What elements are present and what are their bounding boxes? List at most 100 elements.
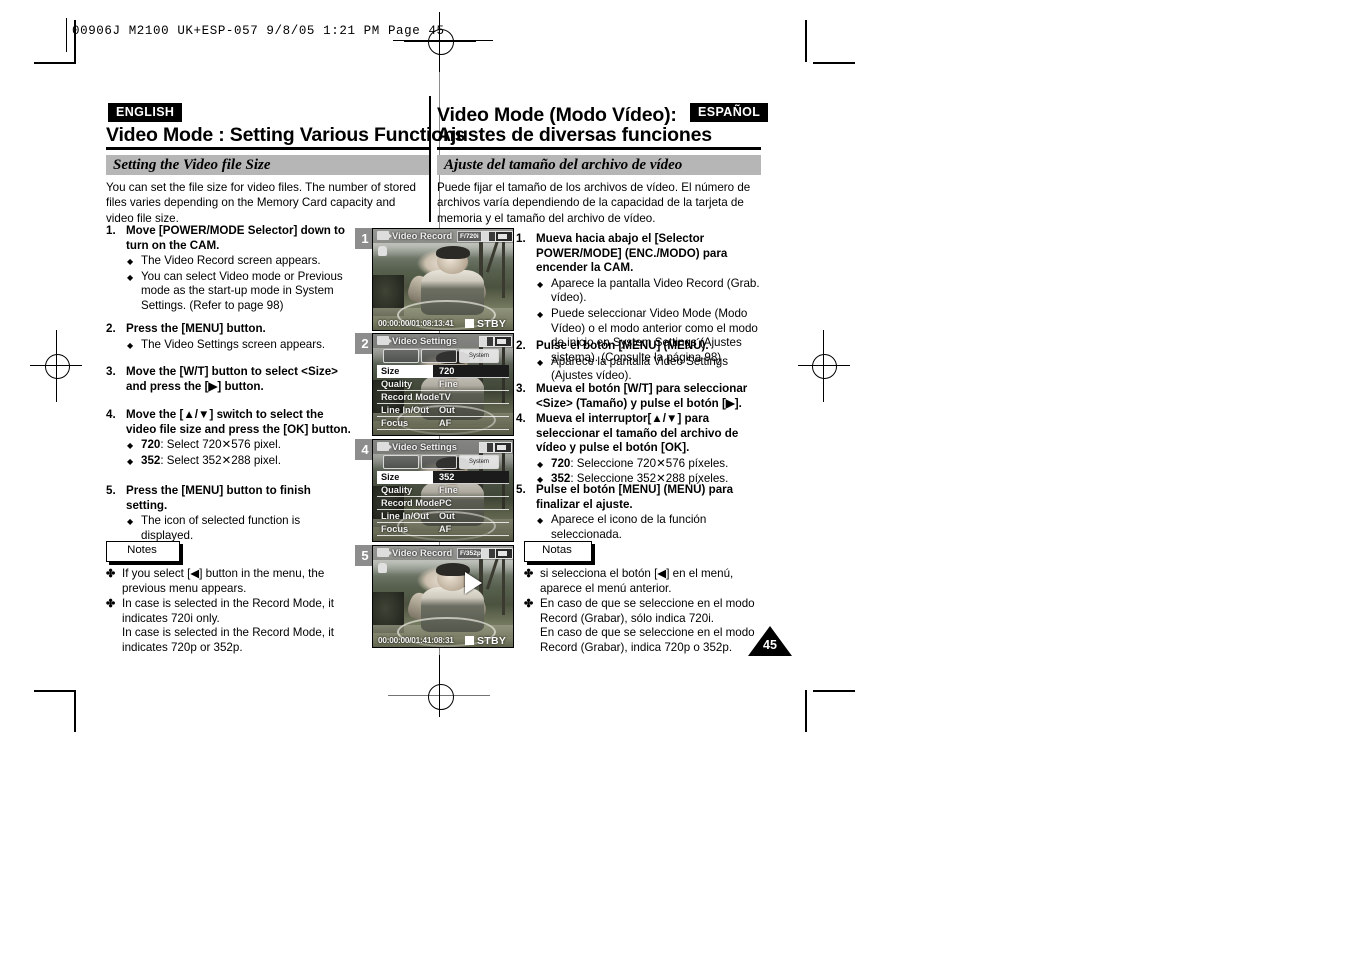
spanish-notes-label: Notas [542,544,572,556]
standby-square-icon [465,636,474,645]
menu-row-size[interactable]: Size 352 [377,471,509,484]
menu-row-focus[interactable]: Focus AF [377,417,509,430]
english-step-5-number: 5. [106,484,116,497]
menu-row-line-in-out[interactable]: Line In/Out Out [377,510,509,523]
list-item: ◆ The icon of selected function is displa… [126,514,354,543]
tab-system-label: System [468,459,489,465]
crop-mark-bottom-left-h [34,690,76,692]
spanish-step-2-number: 2. [516,339,526,352]
osd-resolution-badge: F/352p [457,548,484,559]
clover-bullet-icon: ✤ [524,598,534,611]
english-step-2-bullet-1: The Video Settings screen appears. [141,337,326,351]
osd-mode-title: Video Record [392,547,453,558]
menu-row-record-mode[interactable]: Record Mode TV [377,391,509,404]
menu-row-quality[interactable]: Quality Fine [377,378,509,391]
screen-video-settings-352: Video Settings System Size 352 Quality F… [372,439,514,542]
menu-row-line-in-out[interactable]: Line In/Out Out [377,404,509,417]
english-step-5: 5. Press the [MENU] button to finish set… [106,484,354,543]
diamond-bullet-icon: ◆ [537,309,544,319]
menu-row-focus[interactable]: Focus AF [377,523,509,536]
menu-row-quality[interactable]: Quality Fine [377,484,509,497]
english-step-4: 4. Move the [▲/▼] switch to select the v… [106,408,354,468]
crop-mark-bottom-right-v [805,690,807,732]
menu-row-size[interactable]: Size 720 [377,365,509,378]
spanish-step-5-bullets: ◆ Aparece el icono de la función seleccio… [536,513,764,542]
spanish-intro-paragraph: Puede fijar el tamaño de los archivos de… [437,181,751,225]
english-step-4-number: 4. [106,408,116,421]
spanish-note-1: si selecciona el botón [◀] en el menú, a… [540,567,734,595]
registration-bottom-circle [428,684,454,710]
screen-video-record-2: Video Record F/352p 00:00:00/01:41:08:31… [372,545,514,648]
english-note-1: If you select [◀] button in the menu, th… [122,567,325,595]
spanish-step-5-number: 5. [516,483,526,496]
english-section-banner-label: Setting the Video file Size [113,157,271,173]
osd-mode-title: Video Record [392,230,453,241]
spanish-step-2-bullets: ◆ Aparece la pantalla Video Settings (Aju… [536,355,764,384]
spanish-step-1-bullet-1: Aparece la pantalla Video Record (Grab. … [551,276,760,305]
osd-status-text: STBY [477,318,507,330]
memory-card-icon [481,231,496,242]
tab-system[interactable]: System [459,349,499,363]
play-icon[interactable] [465,572,483,595]
list-item: ◆ You can select Video mode or Previous m… [126,270,354,314]
english-step-3-heading: Move the [W/T] button to select <Size> a… [126,365,338,393]
memory-card-icon [481,548,496,559]
spanish-step-2: 2. Pulse el botón [MENU] (MENÚ). ◆ Aparec… [516,339,764,384]
spanish-step-1-number: 1. [516,232,526,245]
english-step-1-bullet-2: You can select Video mode or Previous mo… [141,269,343,312]
clover-bullet-icon: ✤ [106,598,116,611]
english-step-2-bullets: ◆ The Video Settings screen appears. [126,338,354,353]
spanish-language-chip: ESPAÑOL [690,103,769,122]
osd-timecode: 00:00:00/01:41:08:31 [378,636,454,645]
crop-mark-bottom-left-v [74,690,76,732]
english-step-2: 2. Press the [MENU] button. ◆ The Video S… [106,322,354,352]
crop-mark-bottom-right-h [813,690,855,692]
osd-timecode: 00:00:00/01:08:13:41 [378,319,454,328]
spanish-step-3-number: 3. [516,382,526,395]
microphone-icon [378,563,387,573]
page-number-text: 45 [763,638,777,652]
spanish-section-banner-label: Ajuste del tamaño del archivo de vídeo [444,157,683,173]
video-camera-icon [377,336,392,345]
settings-tab-bar[interactable]: System [377,455,509,469]
osd-resolution-badge: F/720i [457,231,482,242]
list-item: ◆ The Video Record screen appears. [126,254,354,269]
english-step-4-bullets: ◆ 720: Select 720✕576 pixel. ◆ 352: Select… [126,438,354,468]
osd-overlay: Video Settings System Size 352 Quality F… [373,440,513,541]
spanish-step-3: 3. Mueva el botón [W/T] para seleccionar… [516,382,764,411]
osd-mode-title: Video Settings [392,441,457,452]
english-step-1-bullets: ◆ The Video Record screen appears. ◆ You c… [126,254,354,313]
diamond-bullet-icon: ◆ [127,517,134,527]
list-item: ◆ 352: Select 352✕288 pixel. [126,454,354,469]
file-header-rule [66,18,67,52]
tab-video[interactable] [383,349,419,363]
english-intro-paragraph: You can set the file size for video file… [106,181,416,225]
tab-system[interactable]: System [459,455,499,469]
settings-tab-bar[interactable]: System [377,349,509,363]
tab-photo[interactable] [421,349,457,363]
crop-mark-top-right-v [805,20,807,62]
spanish-page-title-line2: Ajustes de diversas funciones [437,124,712,146]
memory-card-icon [479,442,494,453]
file-header-page-underline [393,40,493,42]
list-item: ✤ If you select [◀] button in the menu, t… [106,567,358,596]
diamond-bullet-icon: ◆ [537,516,544,526]
list-item: ◆ Aparece la pantalla Video Record (Grab.… [536,277,764,306]
file-header-text: 00906J M2100 UK+ESP-057 9/8/05 1:21 PM P… [72,24,445,38]
tab-photo[interactable] [421,455,457,469]
diamond-bullet-icon: ◆ [127,340,134,350]
english-step-4-heading: Move the [▲/▼] switch to select the vide… [126,408,351,436]
spanish-step-1-heading: Mueva hacia abajo el [Selector POWER/MOD… [536,232,728,275]
english-step-5-bullets: ◆ The icon of selected function is displa… [126,514,354,543]
screen-video-settings-720: Video Settings System Size 720 Quality F… [372,333,514,436]
crop-mark-top-left-h [34,62,76,64]
spanish-step-4-heading: Mueva el interruptor[▲/▼] para seleccion… [536,412,739,455]
tab-video[interactable] [383,455,419,469]
battery-icon [494,442,512,453]
spanish-step-4-number: 4. [516,412,526,425]
osd-mode-title: Video Settings [392,335,457,346]
menu-row-record-mode[interactable]: Record Mode PC [377,497,509,510]
registration-right-circle [812,354,837,379]
list-item: ◆ The Video Settings screen appears. [126,338,354,353]
list-item: ◆ Aparece el icono de la función seleccio… [536,513,764,542]
